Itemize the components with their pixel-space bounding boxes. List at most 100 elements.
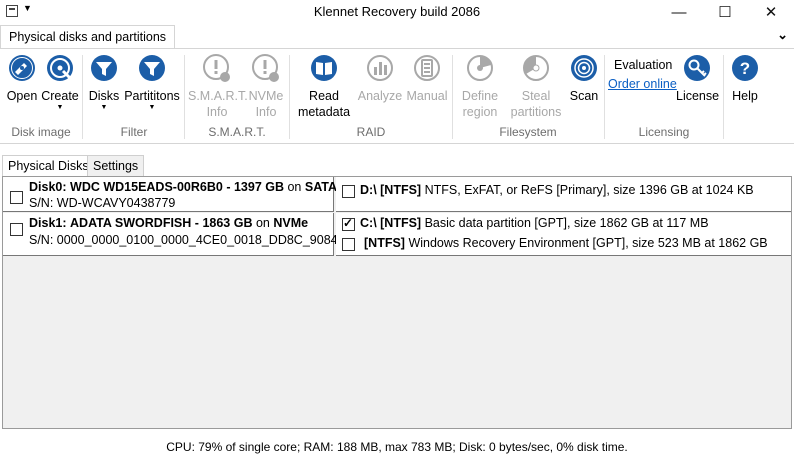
analyze-label: Analyze	[357, 89, 403, 103]
partition-label: C:\ [NTFS]	[360, 216, 422, 230]
disk-separator: -	[226, 180, 231, 194]
disks-dropdown-icon: ▼	[100, 104, 108, 111]
maximize-button[interactable]: ☐	[702, 0, 748, 24]
disk-size: 1863 GB	[202, 216, 253, 230]
smart-info-label-1: S.M.A.R.T.	[188, 89, 248, 103]
ribbon-collapse-icon[interactable]: ⌄	[777, 27, 788, 43]
partition-label: [NTFS]	[364, 236, 405, 250]
nvme-info-label-1: NVMe	[248, 89, 284, 103]
partition-label: D:\ [NTFS]	[360, 183, 422, 197]
nvme-info-button[interactable]: NVMe Info	[246, 53, 286, 120]
define-region-button[interactable]: Define region	[456, 53, 504, 120]
group-label-raid: RAID	[356, 125, 386, 139]
disk-row[interactable]: Disk0: WDC WD15EADS-00R6B0 - 1397 GB on …	[3, 177, 338, 212]
create-dropdown-icon: ▼	[56, 104, 64, 111]
read-metadata-label-2: metadata	[297, 105, 351, 119]
filter-icon	[139, 55, 165, 81]
group-separator	[184, 55, 185, 139]
evaluation-label: Evaluation	[614, 58, 673, 72]
book-icon	[311, 55, 337, 81]
disk-name: Disk0:	[29, 180, 67, 194]
group-label-smart: S.M.A.R.T.	[208, 125, 266, 139]
disk-row[interactable]: Disk1: ADATA SWORDFISH - 1863 GB on NVMe…	[3, 213, 341, 256]
disk-size: 1397 GB	[233, 180, 284, 194]
disk0-checkbox[interactable]	[10, 191, 23, 204]
disk-separator: -	[194, 216, 199, 230]
partition-item[interactable]: C:\ [NTFS] Basic data partition [GPT], s…	[360, 216, 709, 230]
disk-serial: S/N: 0000_0000_0100_0000_4CE0_0018_DD8C_…	[29, 233, 342, 247]
define-region-label-2: region	[462, 105, 498, 119]
open-button[interactable]: Open	[4, 53, 40, 104]
ribbon-tab-row: Physical disks and partitions ⌄	[0, 24, 794, 49]
svg-text:?: ?	[740, 59, 750, 78]
create-button[interactable]: Create ▼	[40, 53, 80, 112]
group-label-licensing: Licensing	[638, 125, 690, 139]
disk-partition-panel: Disk0: WDC WD15EADS-00R6B0 - 1397 GB on …	[2, 176, 792, 429]
status-bar: CPU: 79% of single core; RAM: 188 MB, ma…	[0, 440, 794, 464]
manual-button[interactable]: Manual	[405, 53, 449, 104]
open-label: Open	[6, 89, 38, 103]
nvme-info-icon	[252, 54, 279, 82]
read-metadata-button[interactable]: Read metadata	[294, 53, 354, 120]
disks-filter-button[interactable]: Disks ▼	[86, 53, 122, 112]
ribbon: Open Create ▼ Disk image Disks ▼ Partiti…	[0, 48, 794, 144]
group-separator	[82, 55, 83, 139]
tab-settings[interactable]: Settings	[87, 155, 145, 177]
help-button[interactable]: ? Help	[728, 53, 762, 104]
disk-serial: S/N: WD-WCAVY0438779	[29, 196, 176, 210]
nvme-info-label-2: Info	[255, 105, 277, 119]
define-region-icon	[467, 55, 493, 81]
manual-icon	[414, 55, 440, 81]
license-button[interactable]: License	[676, 53, 719, 104]
create-image-icon	[47, 55, 73, 81]
smart-info-label-2: Info	[206, 105, 228, 119]
group-label-disk-image: Disk image	[11, 125, 71, 139]
scan-icon	[571, 55, 597, 81]
partition-item[interactable]: [NTFS] Windows Recovery Environment [GPT…	[364, 236, 768, 250]
partition-group: D:\ [NTFS] NTFS, ExFAT, or ReFS [Primary…	[336, 177, 791, 212]
close-button[interactable]: ✕	[748, 0, 794, 24]
open-icon	[9, 55, 35, 81]
order-online-link[interactable]: Order online	[608, 77, 677, 91]
define-region-label-1: Define	[461, 89, 499, 103]
help-label: Help	[732, 89, 758, 103]
analyze-button[interactable]: Analyze	[356, 53, 404, 104]
minimize-button[interactable]: —	[656, 0, 702, 24]
disk-on: on	[287, 180, 302, 194]
steal-partitions-label-2: partitions	[510, 105, 562, 119]
partition-item[interactable]: D:\ [NTFS] NTFS, ExFAT, or ReFS [Primary…	[360, 183, 754, 197]
partition-desc: Windows Recovery Environment [GPT], size…	[408, 236, 768, 250]
disks-label: Disks	[88, 89, 120, 103]
disk-name: Disk1:	[29, 216, 67, 230]
partitions-dropdown-icon: ▼	[148, 104, 156, 111]
ribbon-tab-physical-disks[interactable]: Physical disks and partitions	[0, 25, 176, 49]
partition-checkbox[interactable]	[342, 185, 355, 198]
create-label: Create	[41, 89, 79, 103]
smart-info-button[interactable]: S.M.A.R.T. Info	[188, 53, 248, 120]
disk-bus: SATA	[304, 180, 338, 194]
partition-group: C:\ [NTFS] Basic data partition [GPT], s…	[336, 213, 791, 256]
disk1-checkbox[interactable]	[10, 223, 23, 236]
disk-model: ADATA SWORDFISH	[70, 216, 192, 230]
group-separator	[723, 55, 724, 139]
scan-label: Scan	[569, 89, 599, 103]
read-metadata-label-1: Read	[309, 89, 339, 103]
partition-desc: NTFS, ExFAT, or ReFS [Primary], size 139…	[424, 183, 754, 197]
manual-label: Manual	[406, 89, 448, 103]
scan-button[interactable]: Scan	[566, 53, 602, 104]
content-tabs: Physical Disks Settings	[0, 155, 794, 178]
tab-physical-disks[interactable]: Physical Disks	[2, 155, 95, 178]
status-text: CPU: 79% of single core; RAM: 188 MB, ma…	[166, 440, 628, 454]
filter-icon	[91, 55, 117, 81]
steal-partitions-button[interactable]: Steal partitions	[508, 53, 564, 120]
partition-checkbox[interactable]	[342, 238, 355, 251]
partitions-label: Partititons	[124, 89, 180, 103]
key-icon	[684, 55, 710, 81]
disk-bus: NVMe	[273, 216, 309, 230]
partitions-filter-button[interactable]: Partititons ▼	[122, 53, 182, 112]
partition-desc: Basic data partition [GPT], size 1862 GB…	[424, 216, 709, 230]
disk-on: on	[255, 216, 270, 230]
partition-checkbox[interactable]	[342, 216, 355, 231]
steal-partitions-label-1: Steal	[521, 89, 551, 103]
analyze-icon	[367, 55, 393, 81]
